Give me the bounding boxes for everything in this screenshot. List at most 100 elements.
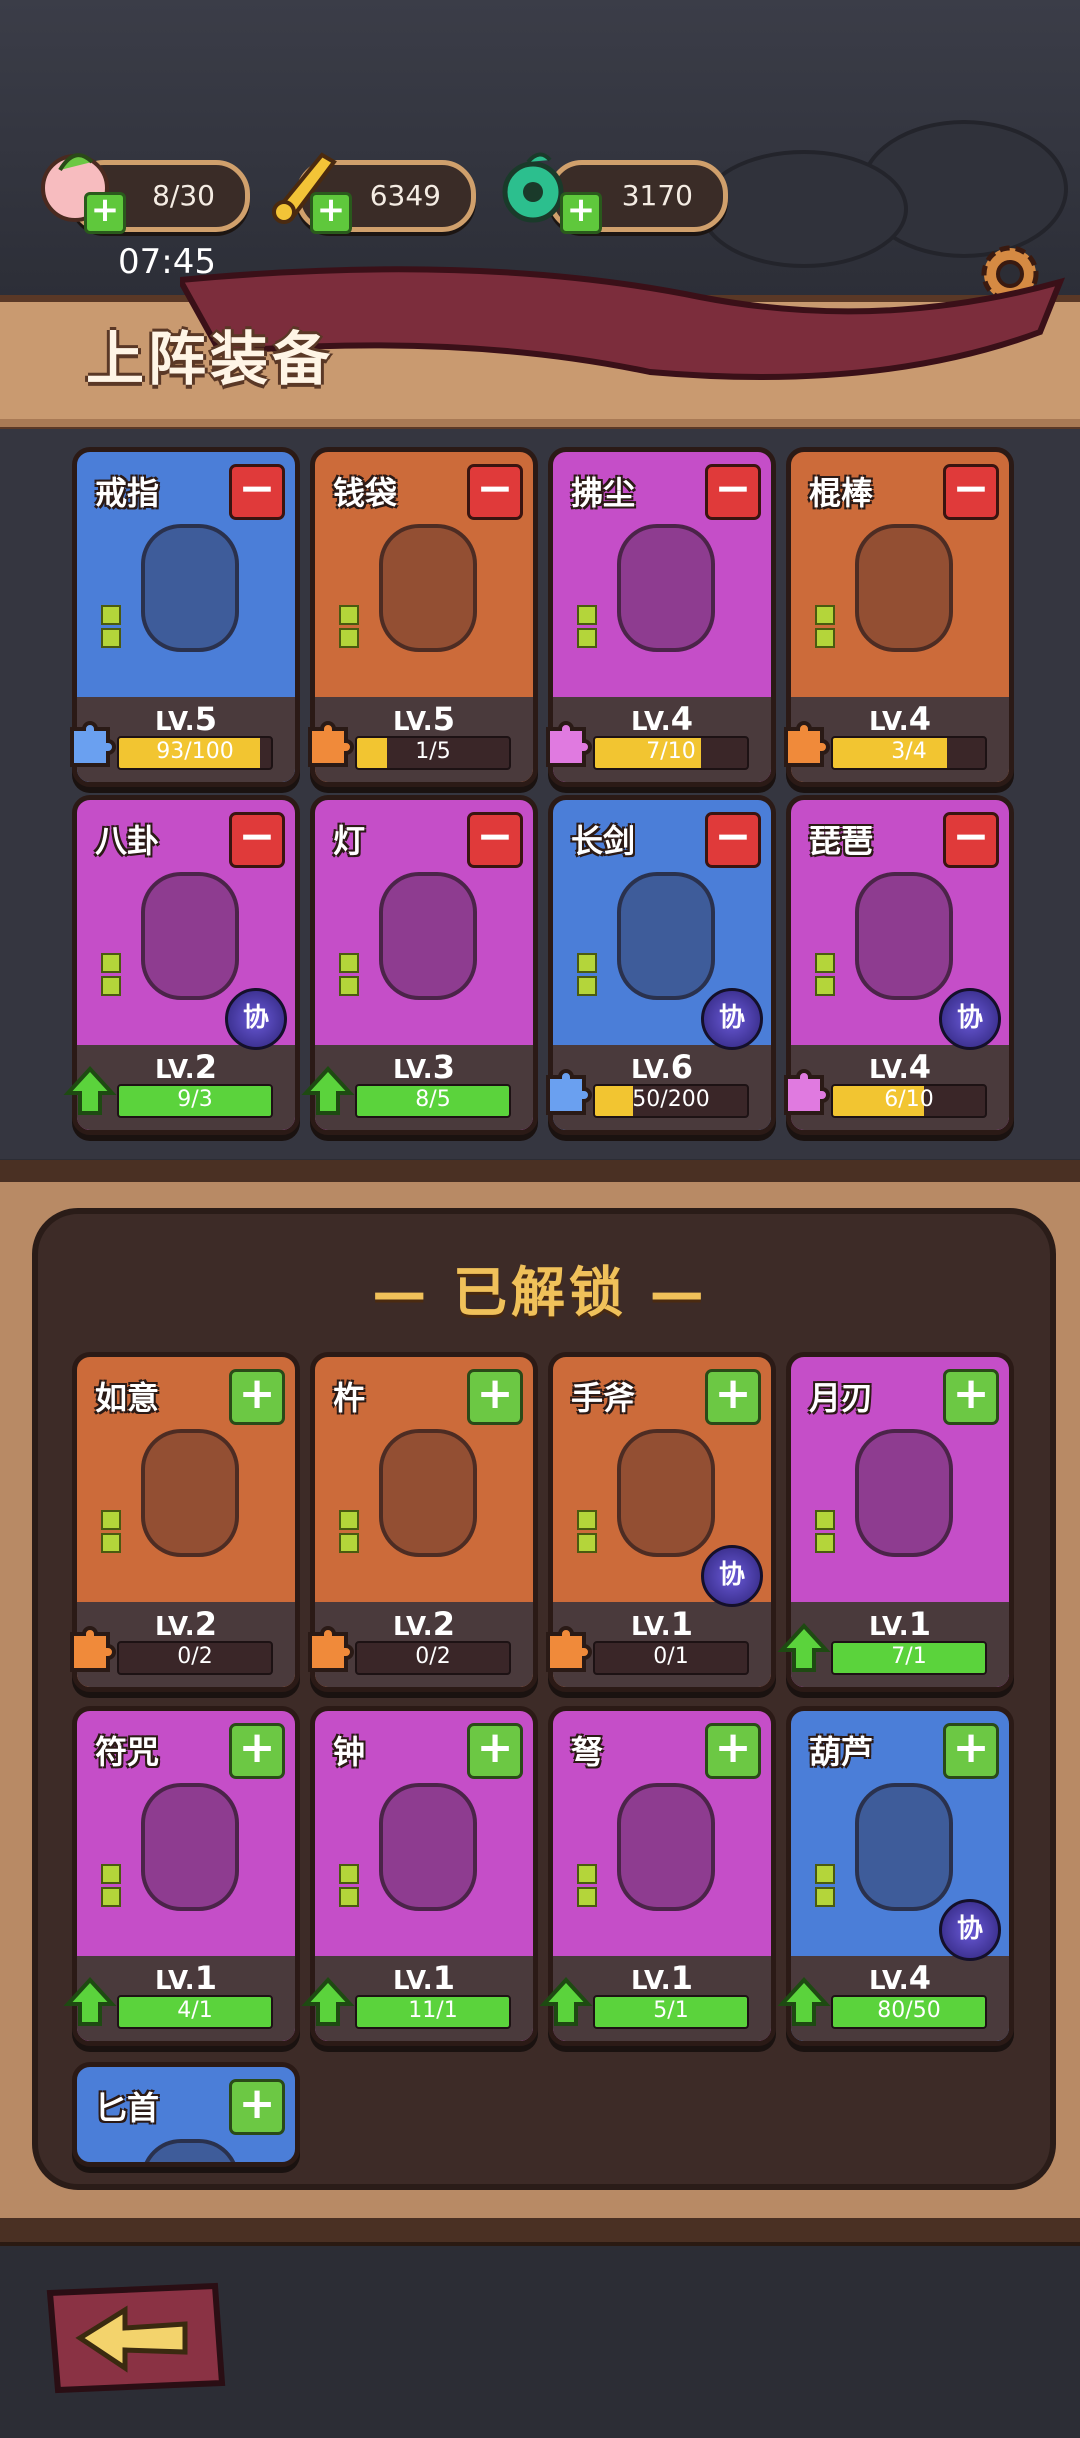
level-value: 4: [908, 1959, 931, 1997]
bottom-bar: [0, 2218, 1080, 2246]
unequip-button[interactable]: −: [705, 464, 761, 520]
slot-indicator: [101, 950, 121, 999]
progress-text: 1/5: [415, 739, 451, 764]
unequip-button[interactable]: −: [467, 464, 523, 520]
upgrade-arrow-icon: [539, 1977, 593, 2026]
level-value: 2: [194, 1048, 217, 1086]
progress-bar: 50/200: [593, 1084, 749, 1118]
level-prefix: LV.: [631, 1966, 671, 1996]
progress-bar: 1/5: [355, 736, 511, 770]
progress-bar: 93/100: [117, 736, 273, 770]
progress-text: 6/10: [884, 1087, 934, 1112]
level-value: 1: [908, 1605, 931, 1643]
item-illustration: [617, 1783, 715, 1911]
progress-bar: 7/10: [593, 736, 749, 770]
level-prefix: LV.: [869, 707, 909, 737]
slot-indicator: [101, 1507, 121, 1556]
level-prefix: LV.: [155, 1055, 195, 1085]
progress-text: 7/1: [891, 1644, 927, 1669]
equip-button[interactable]: +: [705, 1369, 761, 1425]
item-illustration: [141, 1783, 239, 1911]
slot-indicator: [339, 1861, 359, 1910]
level-prefix: LV.: [393, 1055, 433, 1085]
progress-bar: 3/4: [831, 736, 987, 770]
add-stamina-button[interactable]: +: [84, 192, 126, 234]
slot-indicator: [101, 1861, 121, 1910]
level-prefix: LV.: [393, 1966, 433, 1996]
synergy-badge: 协: [701, 1545, 763, 1607]
equip-button[interactable]: +: [943, 1723, 999, 1779]
level-prefix: LV.: [631, 1055, 671, 1085]
puzzle-piece-icon: [784, 721, 830, 767]
progress-text: 4/1: [177, 1998, 213, 2023]
puzzle-piece-icon: [546, 721, 592, 767]
level-prefix: LV.: [869, 1612, 909, 1642]
unequip-button[interactable]: −: [943, 812, 999, 868]
page-title: 上阵装备: [86, 325, 335, 393]
equip-button[interactable]: +: [229, 2079, 285, 2135]
jade-value: 3170: [621, 179, 693, 212]
equip-button[interactable]: +: [467, 1369, 523, 1425]
card-name: 弩: [571, 1733, 604, 1771]
slot-indicator: [815, 950, 835, 999]
level-value: 2: [432, 1605, 455, 1643]
slot-indicator: [577, 1507, 597, 1556]
puzzle-piece-icon: [70, 721, 116, 767]
level-value: 4: [908, 700, 931, 738]
progress-bar: 80/50: [831, 1995, 987, 2029]
unequip-button[interactable]: −: [229, 464, 285, 520]
synergy-badge: 协: [701, 988, 763, 1050]
item-illustration: [855, 1429, 953, 1557]
card-name: 琵琶: [809, 822, 874, 860]
card-name: 八卦: [95, 822, 160, 860]
synergy-badge: 协: [939, 988, 1001, 1050]
equip-button[interactable]: +: [229, 1369, 285, 1425]
unequip-button[interactable]: −: [943, 464, 999, 520]
level-prefix: LV.: [631, 707, 671, 737]
equip-button[interactable]: +: [467, 1723, 523, 1779]
upgrade-arrow-icon: [301, 1977, 355, 2026]
card-name: 杵: [333, 1379, 366, 1417]
upgrade-arrow-icon: [301, 1066, 355, 1115]
card-name: 手斧: [571, 1379, 636, 1417]
slot-indicator: [339, 602, 359, 651]
card-name: 戒指: [95, 474, 160, 512]
back-button[interactable]: [40, 2278, 230, 2398]
progress-text: 93/100: [156, 739, 234, 764]
card-name: 灯: [333, 822, 366, 860]
equip-button[interactable]: +: [705, 1723, 761, 1779]
cloud-decoration: [700, 150, 908, 268]
equipment-card[interactable]: 匕首 +: [72, 2062, 300, 2167]
progress-text: 5/1: [653, 1998, 689, 2023]
progress-bar: 11/1: [355, 1995, 511, 2029]
add-gold-button[interactable]: +: [310, 192, 352, 234]
unlocked-title: — 已解锁 —: [372, 1261, 708, 1324]
item-illustration: [855, 872, 953, 1000]
puzzle-piece-icon: [308, 721, 354, 767]
slot-indicator: [577, 1861, 597, 1910]
card-name: 钟: [333, 1733, 366, 1771]
level-prefix: LV.: [631, 1612, 671, 1642]
puzzle-piece-icon: [546, 1626, 592, 1672]
item-illustration: [379, 1783, 477, 1911]
item-illustration: [855, 1783, 953, 1911]
progress-text: 8/5: [415, 1087, 451, 1112]
level-prefix: LV.: [155, 1612, 195, 1642]
add-jade-button[interactable]: +: [560, 192, 602, 234]
card-name: 长剑: [571, 822, 636, 860]
slot-indicator: [815, 1507, 835, 1556]
unequip-button[interactable]: −: [229, 812, 285, 868]
unequip-button[interactable]: −: [467, 812, 523, 868]
slot-indicator: [101, 602, 121, 651]
slot-indicator: [339, 950, 359, 999]
level-value: 4: [908, 1048, 931, 1086]
equip-button[interactable]: +: [229, 1723, 285, 1779]
item-illustration: [141, 2139, 239, 2162]
upgrade-arrow-icon: [63, 1977, 117, 2026]
card-name: 月刃: [809, 1379, 874, 1417]
card-name: 拂尘: [571, 474, 636, 512]
level-prefix: LV.: [393, 1612, 433, 1642]
equip-button[interactable]: +: [943, 1369, 999, 1425]
item-illustration: [855, 524, 953, 652]
unequip-button[interactable]: −: [705, 812, 761, 868]
